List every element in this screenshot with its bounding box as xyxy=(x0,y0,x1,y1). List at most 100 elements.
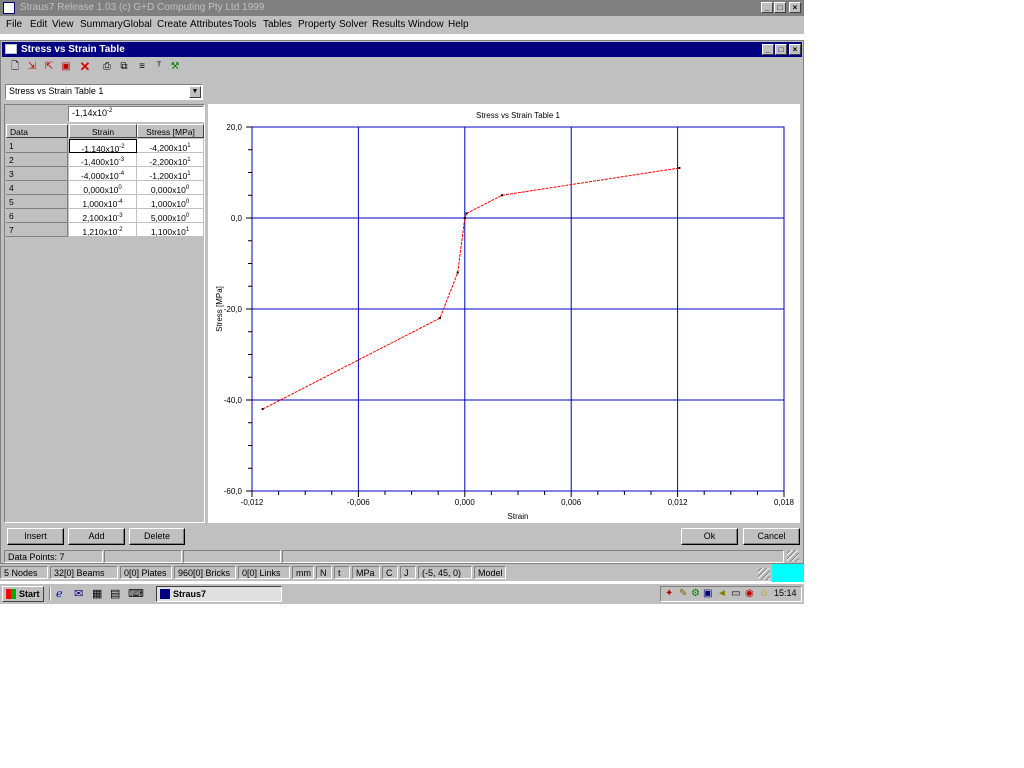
strain-cell[interactable]: 1,000x10-4 xyxy=(69,195,137,209)
sort-icon[interactable]: ≡ xyxy=(135,60,149,74)
menu-global[interactable]: Global xyxy=(123,19,152,30)
tray-icon-5[interactable]: ◉ xyxy=(745,588,754,599)
column-header-data[interactable]: Data xyxy=(6,124,68,138)
strain-cell[interactable]: 2,100x10-3 xyxy=(69,209,137,223)
insert-button[interactable]: Insert xyxy=(7,528,64,545)
menu-solver[interactable]: Solver xyxy=(339,19,367,30)
windows-logo-icon xyxy=(6,589,16,599)
dialog-close-button[interactable]: × xyxy=(789,44,801,55)
strain-cell[interactable]: 1,210x10-2 xyxy=(69,223,137,237)
data-point xyxy=(465,212,468,215)
menu-view[interactable]: View xyxy=(52,19,74,30)
menu-tables[interactable]: Tables xyxy=(263,19,292,30)
dialog-toolbar: 🗋 ⇲ ⇱ ▣ ✕ ⎙ ⧉ ≡ ᵀ ⚒ xyxy=(2,58,802,78)
cell-edit-value: -1,14x10 xyxy=(72,108,108,118)
cell-edit-input[interactable]: -1,14x10-2 xyxy=(68,106,204,122)
data-grid: -1,14x10-2 Data Strain Stress [MPa] 1 -1,140… xyxy=(4,104,205,523)
status-panel-2 xyxy=(104,550,182,563)
menu-summary[interactable]: Summary xyxy=(80,19,123,30)
tray-icon-4[interactable]: ▣ xyxy=(703,588,712,599)
menu-results[interactable]: Results xyxy=(372,19,405,30)
app-resize-grip-icon[interactable] xyxy=(758,568,770,580)
delete-button[interactable]: Delete xyxy=(129,528,185,545)
tray-icon-2[interactable]: ✎ xyxy=(679,588,687,599)
import-icon[interactable]: ⇲ xyxy=(25,60,39,74)
stress-cell[interactable]: 1,100x101 xyxy=(137,223,204,237)
menu-file[interactable]: File xyxy=(6,19,22,30)
app-status-item: 32[0] Beams xyxy=(50,566,118,579)
x-tick-label: -0,012 xyxy=(241,498,264,507)
clear-icon[interactable]: ▣ xyxy=(59,60,73,74)
stress-cell[interactable]: 1,000x100 xyxy=(137,195,204,209)
row-header-filler xyxy=(6,237,68,522)
data-point xyxy=(678,166,681,169)
x-tick-label: 0,000 xyxy=(455,498,476,507)
start-label: Start xyxy=(19,589,40,599)
app-title-bar: Straus7 Release 1.03 (c) G+D Computing P… xyxy=(0,0,804,16)
app-status-item: C xyxy=(382,566,398,579)
menu-property[interactable]: Property xyxy=(298,19,336,30)
start-button[interactable]: Start xyxy=(2,586,44,602)
taskbar-straus7-button[interactable]: Straus7 xyxy=(156,586,282,602)
row-id: 2 xyxy=(6,153,68,167)
table-select[interactable]: Stress vs Strain Table 1 ▼ xyxy=(5,84,203,100)
app-status-item: 0[0] Links xyxy=(238,566,290,579)
row-id: 7 xyxy=(6,223,68,237)
strain-cell[interactable]: 0,000x100 xyxy=(69,181,137,195)
maximize-button[interactable]: □ xyxy=(774,2,786,13)
stress-cell[interactable]: -1,200x101 xyxy=(137,167,204,181)
x-tick-label: 0,012 xyxy=(668,498,689,507)
menu-attributes[interactable]: Attributes xyxy=(190,19,232,30)
minimize-button[interactable]: _ xyxy=(761,2,773,13)
strain-cell[interactable]: -1,140x10-2 xyxy=(69,139,137,153)
stress-cell[interactable]: -4,200x101 xyxy=(137,139,204,153)
stress-cell[interactable]: 0,000x100 xyxy=(137,181,204,195)
column-header-strain[interactable]: Strain xyxy=(69,124,137,138)
ok-button[interactable]: Ok xyxy=(681,528,738,545)
dialog-status-bar: Data Points: 7 xyxy=(3,548,801,563)
dialog-minimize-button[interactable]: _ xyxy=(762,44,774,55)
monitor-icon[interactable]: ▭ xyxy=(731,588,740,599)
row-id: 1 xyxy=(6,139,68,153)
x-tick-label: -0,006 xyxy=(347,498,370,507)
ie-icon[interactable]: ℯ xyxy=(56,587,63,600)
taskbar: Start ℯ ✉ ▦ ▤ ⌨ Straus7 ✦ ✎ ⚙ ▣ ◄ ▭ ◉ ☺ … xyxy=(0,583,804,604)
channels-icon[interactable]: ▤ xyxy=(110,587,120,600)
tray-icon-1[interactable]: ✦ xyxy=(665,588,673,599)
menu-window[interactable]: Window xyxy=(408,19,444,30)
print-icon[interactable]: ⎙ xyxy=(100,60,114,74)
menu-edit[interactable]: Edit xyxy=(30,19,47,30)
tray-icon-3[interactable]: ⚙ xyxy=(691,588,700,599)
units-icon[interactable]: ᵀ xyxy=(152,60,166,74)
export-icon[interactable]: ⇱ xyxy=(42,60,56,74)
tools-icon[interactable]: ⚒ xyxy=(168,60,182,74)
outlook-icon[interactable]: ✉ xyxy=(74,587,83,600)
delete-icon[interactable]: ✕ xyxy=(78,60,92,74)
speaker-icon[interactable]: ◄ xyxy=(717,588,727,599)
strain-cell[interactable]: -4,000x10-4 xyxy=(69,167,137,181)
dialog-maximize-button[interactable]: □ xyxy=(775,44,787,55)
menu-create[interactable]: Create xyxy=(157,19,187,30)
row-id: 5 xyxy=(6,195,68,209)
y-tick-label: 0,0 xyxy=(231,214,243,223)
menu-tools[interactable]: Tools xyxy=(233,19,256,30)
add-button[interactable]: Add xyxy=(68,528,125,545)
menu-help[interactable]: Help xyxy=(448,19,469,30)
column-header-stress[interactable]: Stress [MPa] xyxy=(137,124,204,138)
taskbar-task-label: Straus7 xyxy=(173,589,207,599)
strain-cell[interactable]: -1,400x10-3 xyxy=(69,153,137,167)
data-point xyxy=(463,217,466,219)
desktop-icon[interactable]: ▦ xyxy=(92,587,102,600)
stress-cell[interactable]: 5,000x100 xyxy=(137,209,204,223)
cancel-button[interactable]: Cancel xyxy=(743,528,800,545)
copy-icon[interactable]: ⧉ xyxy=(117,60,131,74)
calculator-icon[interactable]: ⌨ xyxy=(128,587,144,600)
app-title: Straus7 Release 1.03 (c) G+D Computing P… xyxy=(20,2,265,13)
close-button[interactable]: × xyxy=(789,2,801,13)
stress-cell[interactable]: -2,200x101 xyxy=(137,153,204,167)
new-icon[interactable]: 🗋 xyxy=(8,60,22,74)
cyan-indicator xyxy=(772,564,804,582)
chevron-down-icon[interactable]: ▼ xyxy=(189,86,201,98)
resize-grip-icon[interactable] xyxy=(787,550,799,562)
tray-icon-6[interactable]: ☺ xyxy=(759,588,769,599)
